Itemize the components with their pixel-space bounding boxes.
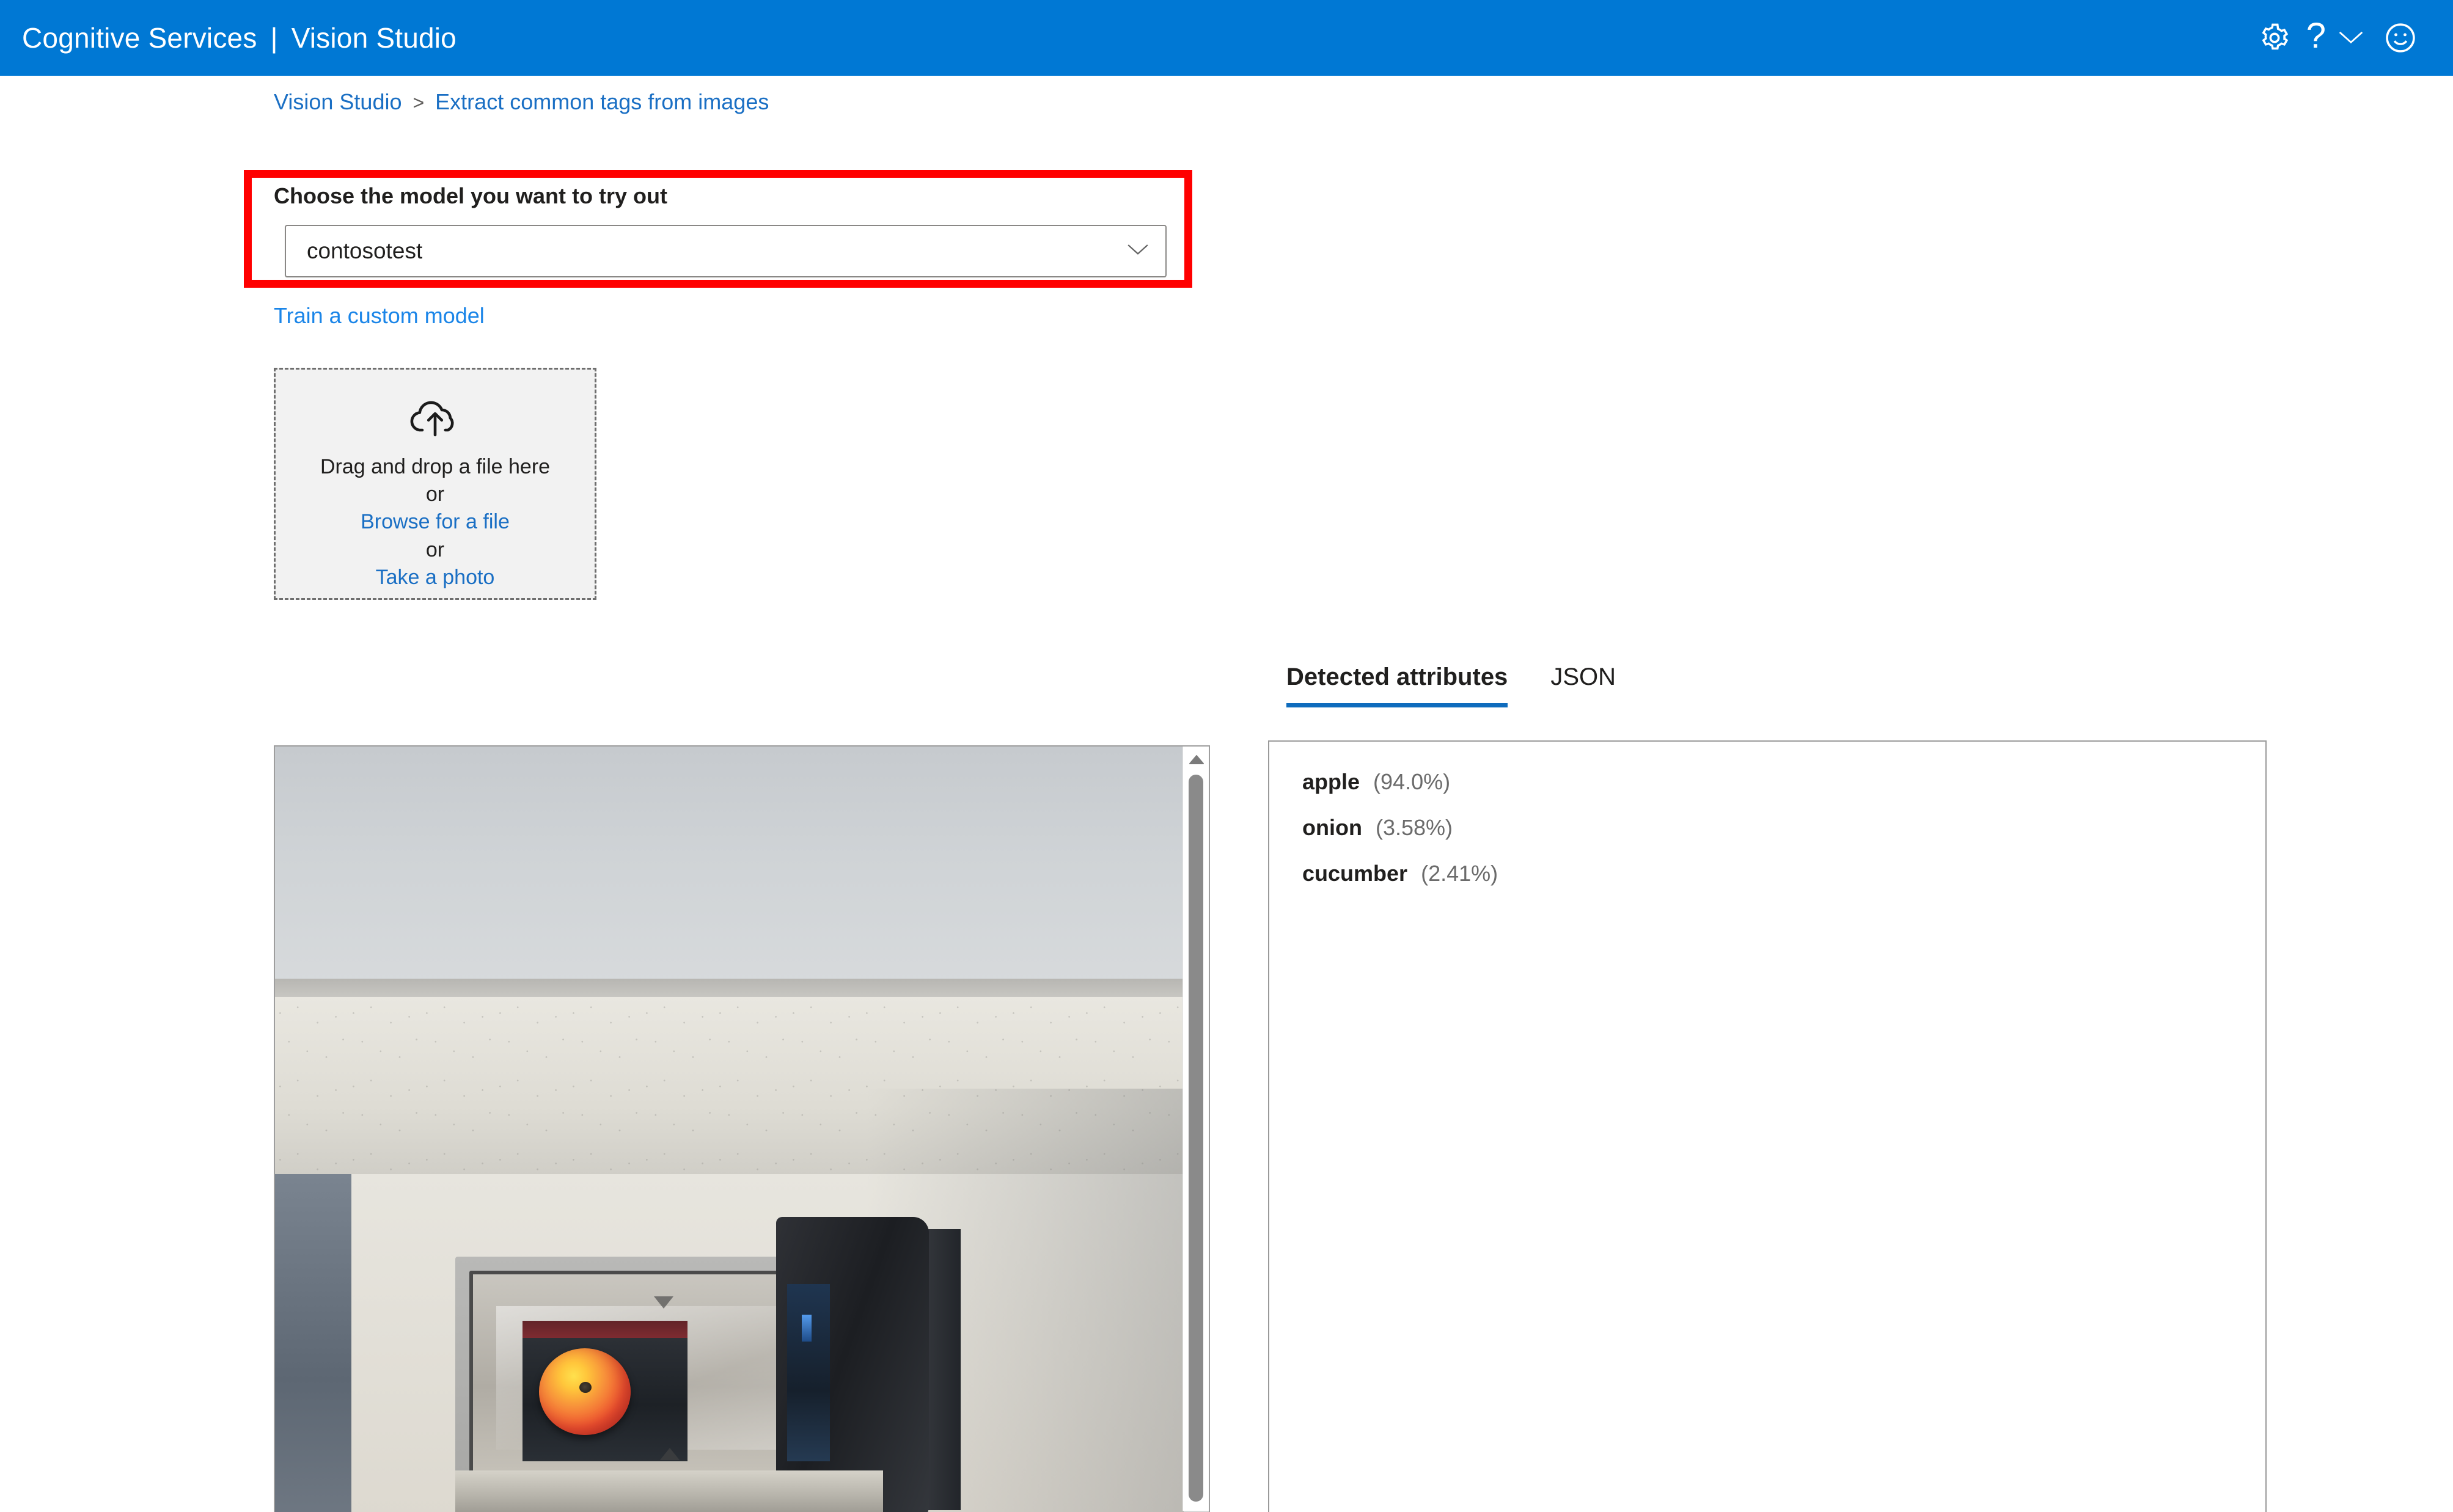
model-picker-label: Choose the model you want to try out	[274, 183, 668, 208]
train-custom-model-link[interactable]: Train a custom model	[274, 303, 485, 329]
photo-tray-label-band	[522, 1321, 688, 1338]
app-branding: Cognitive Services | Vision Studio	[22, 21, 457, 54]
detected-attribute-row: apple (94.0%)	[1302, 771, 2265, 793]
take-a-photo-link[interactable]: Take a photo	[376, 564, 495, 591]
attribute-confidence: (3.58%)	[1375, 815, 1453, 840]
photo-wall	[275, 747, 1184, 988]
tab-detected-attributes[interactable]: Detected attributes	[1286, 663, 1508, 707]
model-select-value: contosotest	[307, 238, 423, 263]
dropzone-primary-text: Drag and drop a file here	[320, 455, 551, 478]
feedback-button[interactable]	[2372, 10, 2429, 66]
breadcrumb-link-vision-studio[interactable]: Vision Studio	[274, 89, 402, 115]
chevron-down-icon	[1126, 243, 1150, 260]
gear-icon	[2259, 22, 2290, 54]
attribute-name: apple	[1302, 769, 1360, 794]
tab-json[interactable]: JSON	[1550, 663, 1616, 707]
app-bar-actions: ?	[2246, 10, 2429, 66]
uploaded-image	[275, 747, 1184, 1512]
photo-left-dark-area	[275, 1174, 351, 1512]
image-preview-panel	[274, 745, 1210, 1512]
attribute-name: cucumber	[1302, 861, 1408, 886]
detected-attribute-row: onion (3.58%)	[1302, 817, 2265, 839]
smiley-face-icon	[2383, 21, 2418, 55]
triangle-up-icon	[1189, 754, 1204, 768]
cloud-upload-icon	[408, 396, 462, 440]
top-app-bar: Cognitive Services | Vision Studio ?	[0, 0, 2453, 76]
photo-top-marker-icon	[654, 1296, 673, 1309]
attribute-confidence: (94.0%)	[1373, 769, 1451, 794]
help-menu[interactable]: ?	[2303, 16, 2372, 59]
detected-attributes-panel: apple (94.0%) onion (3.58%) cucumber (2.…	[1268, 740, 2267, 1512]
help-icon[interactable]: ?	[2303, 18, 2330, 57]
model-select-dropdown[interactable]: contosotest	[285, 225, 1167, 277]
attribute-name: onion	[1302, 815, 1362, 840]
file-dropzone[interactable]: Drag and drop a file here or Browse for …	[274, 368, 596, 600]
attribute-confidence: (2.41%)	[1421, 861, 1498, 886]
photo-apple-stem	[579, 1382, 592, 1393]
settings-button[interactable]	[2246, 10, 2303, 66]
dropzone-or-1: or	[425, 483, 445, 506]
app-name: Vision Studio	[291, 22, 457, 54]
detected-attribute-row: cucumber (2.41%)	[1302, 863, 2265, 885]
breadcrumb: Vision Studio > Extract common tags from…	[274, 89, 769, 115]
product-name: Cognitive Services	[22, 22, 257, 54]
photo-bottom-marker-icon	[660, 1448, 680, 1460]
dropzone-or-2: or	[425, 538, 445, 561]
brand-separator: |	[270, 22, 278, 54]
photo-microwave-base	[455, 1470, 883, 1512]
breadcrumb-separator-icon: >	[413, 91, 425, 114]
help-chevron-down-icon[interactable]	[2330, 16, 2372, 59]
results-tablist: Detected attributes JSON	[1286, 663, 1616, 707]
breadcrumb-current-page[interactable]: Extract common tags from images	[435, 89, 769, 115]
photo-door-glass	[787, 1284, 830, 1461]
preview-vertical-scrollbar[interactable]	[1182, 747, 1209, 1511]
browse-for-file-link[interactable]: Browse for a file	[361, 508, 510, 536]
scroll-up-button[interactable]	[1183, 749, 1209, 772]
photo-door-indicator-light	[802, 1315, 812, 1342]
scrollbar-thumb[interactable]	[1189, 775, 1203, 1502]
